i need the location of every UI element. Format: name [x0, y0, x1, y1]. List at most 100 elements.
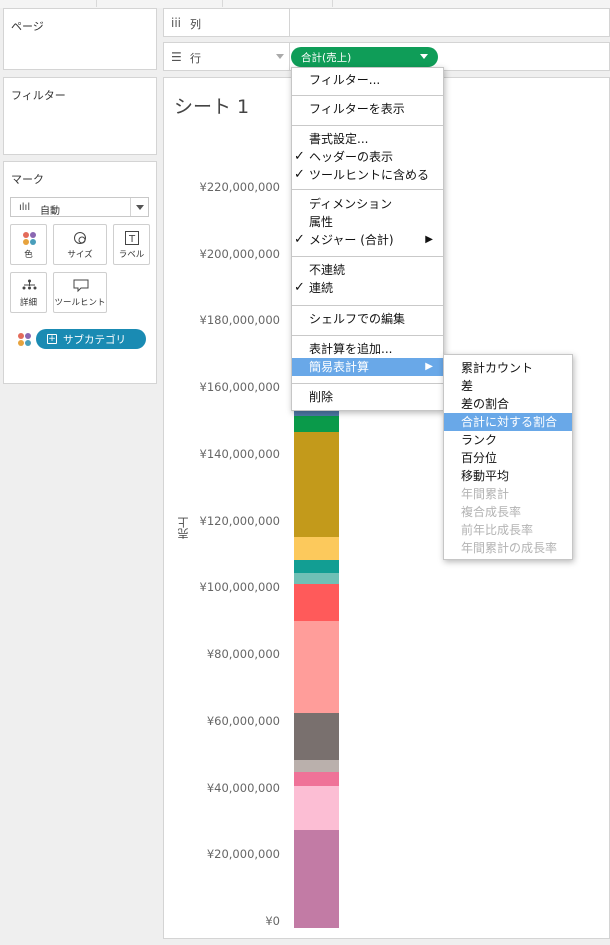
rows-icon: ☰: [171, 50, 182, 64]
context-menu-item[interactable]: フィルターを表示: [292, 100, 443, 118]
filters-title: フィルター: [11, 89, 66, 102]
checkmark-icon: ✓: [294, 167, 305, 182]
columns-shelf-label: iii 列: [164, 9, 290, 36]
submenu-item-label: 年間累計の成長率: [461, 541, 558, 555]
menu-separator: [292, 189, 443, 190]
context-menu-item-label: 削除: [309, 390, 334, 404]
columns-shelf[interactable]: iii 列: [163, 8, 610, 37]
bar-segment[interactable]: [294, 432, 339, 538]
context-menu-item[interactable]: ✓ ツールヒントに含める: [292, 166, 443, 184]
submenu-item[interactable]: 差: [444, 377, 572, 395]
submenu-item: 複合成長率: [444, 503, 572, 521]
submenu-item-label: 移動平均: [461, 469, 510, 483]
rows-label: 行: [190, 52, 201, 65]
expand-plus-icon[interactable]: +: [47, 334, 57, 344]
checkmark-icon: ✓: [294, 280, 305, 295]
y-tick-label: ¥20,000,000: [206, 847, 280, 862]
bar-segment[interactable]: [294, 786, 339, 830]
columns-icon: iii: [171, 16, 182, 30]
pages-card[interactable]: ページ: [3, 8, 157, 70]
pages-title: ページ: [11, 20, 44, 33]
context-menu-item[interactable]: ディメンション: [292, 195, 443, 213]
bar-segment[interactable]: [294, 713, 339, 760]
context-menu-item-label: メジャー (合計): [309, 233, 394, 247]
detail-button[interactable]: 詳細: [10, 272, 47, 313]
context-menu-item-label: フィルター...: [309, 73, 381, 87]
y-tick-label: ¥100,000,000: [199, 580, 280, 595]
context-menu-item-label: 書式設定...: [309, 132, 369, 146]
mark-type-value: 自動: [40, 206, 60, 217]
menu-separator: [292, 95, 443, 96]
menu-separator: [292, 335, 443, 336]
context-menu-item[interactable]: シェルフでの編集: [292, 310, 443, 328]
submenu-item[interactable]: 合計に対する割合: [444, 413, 572, 431]
svg-text:T: T: [128, 234, 136, 245]
submenu-item[interactable]: 累計カウント: [444, 359, 572, 377]
context-menu-item-label: ヘッダーの表示: [309, 150, 394, 164]
mark-type-select[interactable]: ılıl 自動: [10, 197, 149, 217]
bar-segment[interactable]: [294, 584, 339, 622]
menu-separator: [292, 125, 443, 126]
menu-separator: [292, 256, 443, 257]
tooltip-button[interactable]: ツールヒント: [53, 272, 107, 313]
rows-shelf-label: ☰ 行: [164, 43, 290, 70]
submenu-item[interactable]: ランク: [444, 431, 572, 449]
context-menu-item-label: 簡易表計算: [309, 360, 370, 374]
marks-title: マーク: [11, 173, 44, 186]
submenu-item-label: 年間累計: [461, 487, 510, 501]
size-circles-icon: [74, 232, 86, 244]
context-menu-item[interactable]: 属性: [292, 213, 443, 231]
context-menu-item[interactable]: 書式設定...: [292, 130, 443, 148]
filters-card[interactable]: フィルター: [3, 77, 157, 155]
submenu-item-label: 百分位: [461, 451, 498, 465]
y-tick-label: ¥140,000,000: [199, 446, 280, 461]
submenu-item-label: 差: [461, 379, 474, 393]
bar-segment[interactable]: [294, 759, 339, 773]
bar-segment[interactable]: [294, 560, 339, 573]
chevron-down-icon[interactable]: [130, 198, 148, 216]
bar-segment[interactable]: [294, 829, 339, 928]
context-menu-item[interactable]: フィルター...: [292, 71, 443, 89]
bar-segment[interactable]: [294, 772, 339, 787]
color-dots-icon: [23, 232, 36, 245]
context-menu-item[interactable]: ✓ ヘッダーの表示: [292, 148, 443, 166]
bar-segment[interactable]: [294, 621, 339, 714]
color-button[interactable]: 色: [10, 224, 47, 265]
size-button-label: サイズ: [67, 250, 93, 260]
sum-sales-pill-label: 合計(売上): [301, 52, 352, 64]
tooltip-button-label: ツールヒント: [54, 298, 106, 308]
submenu-arrow-icon: ▶: [425, 361, 433, 372]
bar-segment[interactable]: [294, 573, 339, 585]
submenu-item[interactable]: 移動平均: [444, 467, 572, 485]
color-button-label: 色: [24, 250, 33, 260]
checkmark-icon: ✓: [294, 232, 305, 247]
y-tick-label: ¥80,000,000: [206, 647, 280, 662]
submenu-item[interactable]: 差の割合: [444, 395, 572, 413]
context-menu-item-label: 連続: [309, 281, 334, 295]
pill-context-menu: フィルター... フィルターを表示書式設定... ✓ ヘッダーの表示 ✓ ツールヒントに含…: [291, 67, 444, 411]
menu-separator: [292, 305, 443, 306]
context-menu-item[interactable]: 不連続: [292, 261, 443, 279]
sum-sales-pill[interactable]: 合計(売上): [291, 47, 438, 67]
detail-button-label: 詳細: [19, 298, 37, 308]
chevron-down-icon[interactable]: [420, 54, 428, 59]
context-menu-item-label: 表計算を追加...: [309, 342, 393, 356]
submenu-item: 年間累計の成長率: [444, 539, 572, 557]
chevron-down-icon[interactable]: [276, 54, 284, 59]
submenu-item: 前年比成長率: [444, 521, 572, 539]
context-menu-item[interactable]: ✓ 連続: [292, 279, 443, 297]
context-menu-item[interactable]: 簡易表計算 ▶: [292, 358, 443, 376]
submenu-item[interactable]: 百分位: [444, 449, 572, 467]
context-menu-item[interactable]: ✓ メジャー (合計) ▶: [292, 231, 443, 249]
text-box-icon: T: [125, 231, 139, 245]
size-button[interactable]: サイズ: [53, 224, 107, 265]
checkmark-icon: ✓: [294, 149, 305, 164]
submenu-item-label: 合計に対する割合: [461, 415, 558, 429]
subcategory-color-pill[interactable]: + サブカテゴリ: [36, 329, 146, 349]
bar-segment[interactable]: [294, 416, 339, 433]
bar-chart-icon: ılıl: [19, 202, 31, 213]
context-menu-item[interactable]: 表計算を追加...: [292, 340, 443, 358]
context-menu-item[interactable]: 削除: [292, 388, 443, 406]
divider: [332, 0, 333, 7]
bar-segment[interactable]: [294, 537, 339, 561]
